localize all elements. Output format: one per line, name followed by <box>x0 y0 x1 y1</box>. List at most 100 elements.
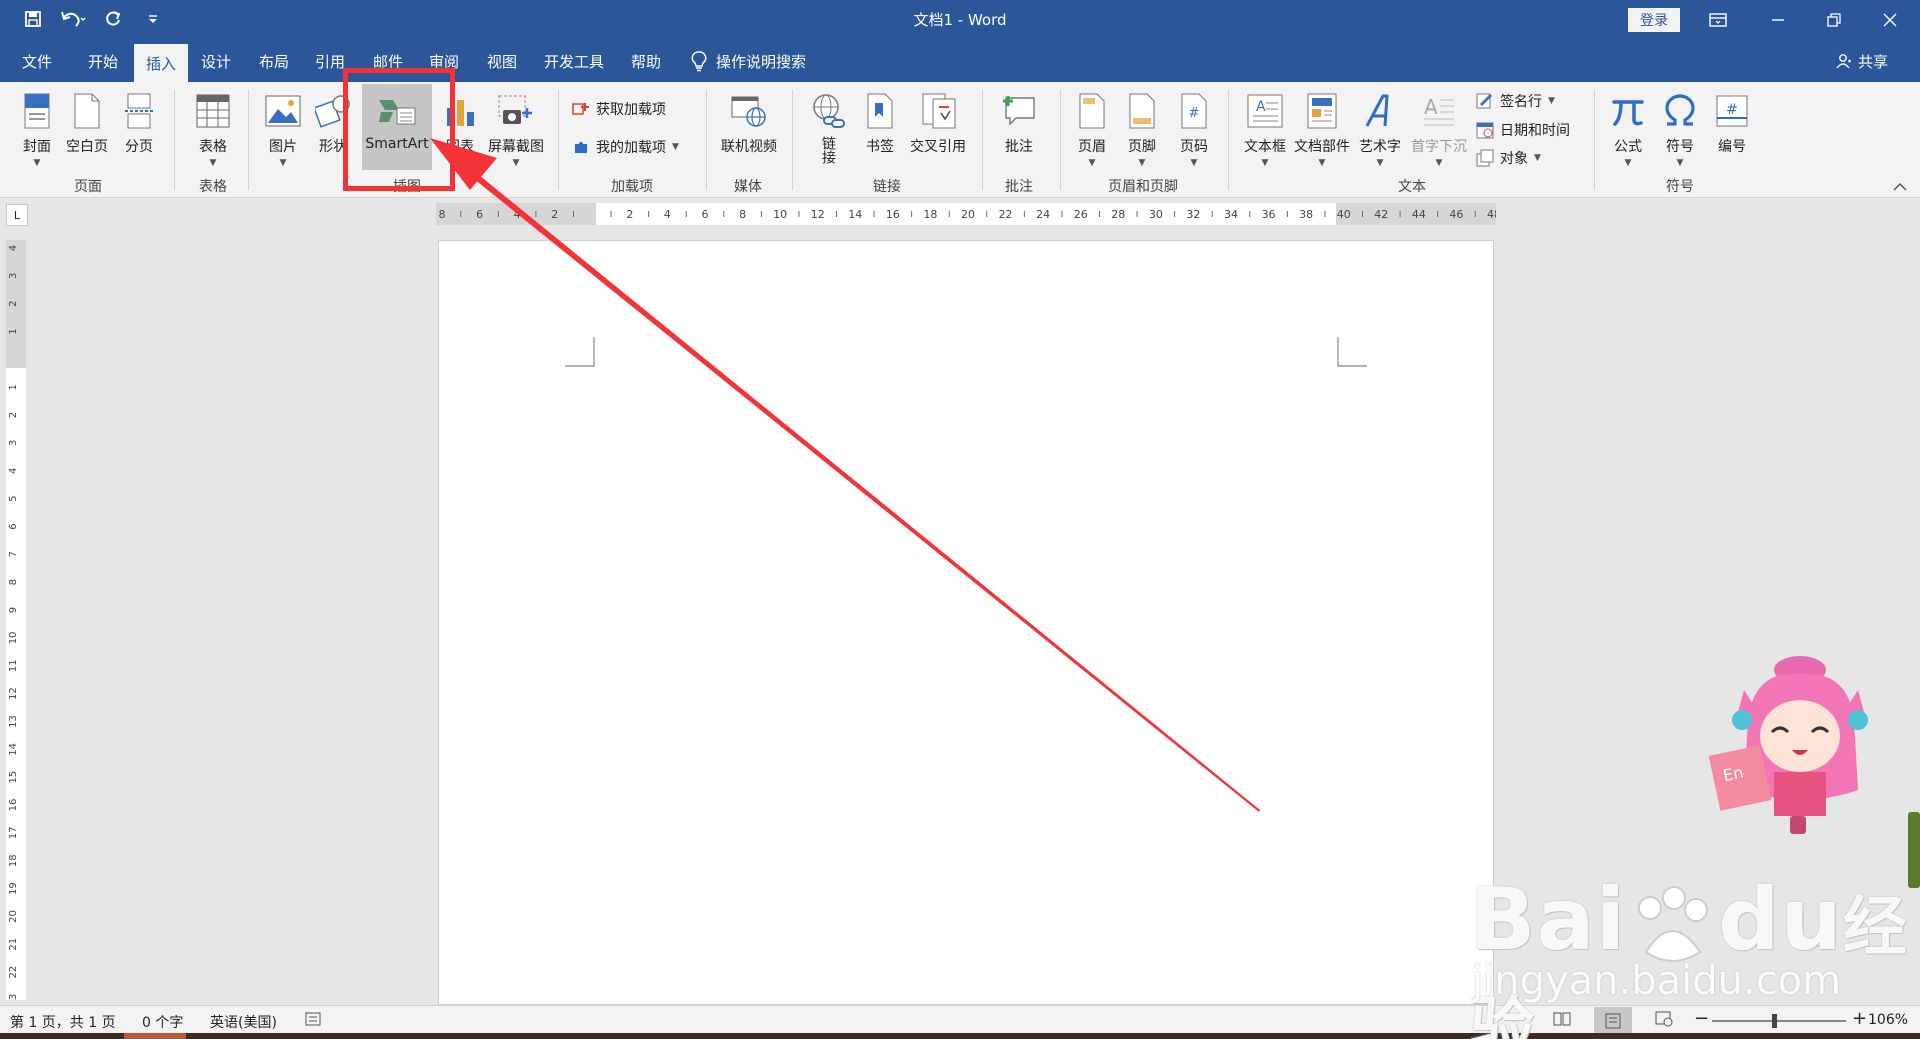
ruler-tick-label: 30 <box>1149 208 1163 221</box>
page-count[interactable]: 第 1 页，共 1 页 <box>10 1012 116 1032</box>
ruler-tick-label: 22 <box>999 208 1013 221</box>
ruler-tick-label: 42 <box>1374 208 1388 221</box>
table-button[interactable]: 表格 ▼ <box>188 88 238 172</box>
ruler-tick-label: 7 <box>8 551 19 557</box>
vertical-ruler-ticks: 4321123456789101112131415161718192021222… <box>8 245 19 1000</box>
close-icon[interactable] <box>1862 0 1918 40</box>
footer-icon <box>1121 90 1163 132</box>
ruler-tick-label: 22 <box>8 966 19 979</box>
login-button[interactable]: 登录 <box>1628 8 1680 32</box>
cross-reference-button[interactable]: 交叉引用 <box>906 88 970 172</box>
comment-button[interactable]: 批注 <box>994 88 1044 172</box>
smartart-highlight-box <box>343 68 455 191</box>
document-page[interactable] <box>438 240 1494 1005</box>
ruler-tick-label: 38 <box>1299 208 1313 221</box>
drop-cap-button[interactable]: A 首字下沉 ▼ <box>1408 88 1470 172</box>
quick-parts-button[interactable]: 文档部件 ▼ <box>1292 88 1352 172</box>
equation-label: 公式 <box>1614 139 1642 155</box>
puzzle-icon <box>575 142 587 153</box>
ruler-tick-label: 16 <box>8 799 19 812</box>
language-indicator[interactable]: 英语(美国) <box>210 1012 277 1032</box>
object-button[interactable]: 对象 ▼ <box>1476 145 1541 171</box>
ruler-tick-label: 2 <box>551 208 558 221</box>
tab-view[interactable]: 视图 <box>478 40 526 82</box>
group-label-text: 文本 <box>1398 179 1426 195</box>
ruler-tick-label: 3 <box>8 273 19 279</box>
bookmark-icon <box>859 90 901 132</box>
chevron-down-icon: ▼ <box>672 142 679 152</box>
page-break-button[interactable]: 分页 <box>116 88 162 172</box>
textbox-button[interactable]: A 文本框 ▼ <box>1240 88 1290 172</box>
signature-line-button[interactable]: 签名行 ▼ <box>1476 88 1555 114</box>
group-separator <box>792 90 793 190</box>
ruler-tick-label: 20 <box>961 208 975 221</box>
bookmark-button[interactable]: 书签 <box>858 88 902 172</box>
group-label-tables: 表格 <box>199 179 227 195</box>
picture-button[interactable]: 图片 ▼ <box>260 88 306 172</box>
ruler-tick-label: 16 <box>886 208 900 221</box>
taskbar-item[interactable] <box>124 1033 186 1039</box>
date-time-button[interactable]: 日期和时间 <box>1476 117 1570 143</box>
link-button[interactable]: 链接 <box>806 88 850 172</box>
quick-parts-label: 文档部件 <box>1294 139 1350 155</box>
group-separator <box>248 90 249 190</box>
online-video-icon <box>728 90 770 132</box>
date-time-label: 日期和时间 <box>1500 123 1570 139</box>
tab-file[interactable]: 文件 <box>14 40 60 82</box>
cover-page-button[interactable]: 封面 ▼ <box>14 88 60 172</box>
ruler-tick-label: 44 <box>1412 208 1426 221</box>
get-addins-button[interactable]: 获取加载项 <box>572 96 666 122</box>
page-break-label: 分页 <box>125 139 153 155</box>
tab-help[interactable]: 帮助 <box>622 40 670 82</box>
ruler-tick-label: 1 <box>8 384 19 390</box>
footer-button[interactable]: 页脚 ▼ <box>1120 88 1164 172</box>
page-break-icon <box>118 90 160 132</box>
number-icon: # <box>1711 90 1753 132</box>
ruler-tick-label: 28 <box>1111 208 1125 221</box>
tab-design[interactable]: 设计 <box>192 40 240 82</box>
wordart-button[interactable]: 艺术字 ▼ <box>1356 88 1404 172</box>
side-scroll-handle[interactable] <box>1908 812 1920 888</box>
accessibility-icon[interactable] <box>304 1010 322 1032</box>
pi-icon <box>1607 90 1649 132</box>
tell-me-search[interactable]: 操作说明搜索 <box>690 40 806 82</box>
tab-developer[interactable]: 开发工具 <box>536 40 612 82</box>
cross-reference-icon <box>917 90 959 132</box>
watermark-url: jingyan.baidu.com <box>1472 958 1842 1004</box>
group-label-pages: 页面 <box>74 179 102 195</box>
ruler-tick-label: 6 <box>476 208 483 221</box>
chevron-down-icon: ▼ <box>1435 158 1443 168</box>
online-video-button[interactable]: 联机视频 <box>716 88 782 172</box>
chevron-down-icon: ▼ <box>1088 158 1096 168</box>
tab-layout[interactable]: 布局 <box>250 40 298 82</box>
chevron-down-icon: ▼ <box>279 158 287 168</box>
watermark-brand: Bai <box>1470 870 1627 970</box>
tell-me-label: 操作说明搜索 <box>716 52 807 71</box>
blank-page-button[interactable]: 空白页 <box>62 88 112 172</box>
tab-home[interactable]: 开始 <box>78 40 128 82</box>
screenshot-button[interactable]: 屏幕截图 ▼ <box>484 88 548 172</box>
minimize-icon[interactable] <box>1750 0 1806 40</box>
equation-button[interactable]: 公式 ▼ <box>1604 88 1652 172</box>
share-button[interactable]: 共享 <box>1836 40 1888 82</box>
tab-selector[interactable]: L <box>6 204 28 226</box>
chevron-down-icon: ▼ <box>1138 158 1146 168</box>
bookmark-label: 书签 <box>866 139 894 155</box>
number-button[interactable]: # 编号 <box>1708 88 1756 172</box>
title-bar: 文档1 - Word 登录 <box>0 0 1920 40</box>
chevron-down-icon: ▼ <box>209 158 217 168</box>
word-count[interactable]: 0 个字 <box>142 1012 183 1032</box>
calendar-icon <box>1476 122 1494 139</box>
page-number-label: 页码 <box>1180 139 1208 155</box>
symbol-button[interactable]: 符号 ▼ <box>1656 88 1704 172</box>
screenshot-icon <box>495 90 537 132</box>
tab-insert[interactable]: 插入 <box>134 44 188 82</box>
collapse-ribbon-icon[interactable] <box>1892 180 1908 194</box>
page-number-button[interactable]: # 页码 ▼ <box>1172 88 1216 172</box>
my-addins-button[interactable]: 我的加载项 ▼ <box>572 134 679 160</box>
restore-icon[interactable] <box>1806 0 1862 40</box>
header-button[interactable]: 页眉 ▼ <box>1070 88 1114 172</box>
ribbon-display-options-icon[interactable] <box>1690 0 1746 40</box>
ruler-tick-label: 24 <box>1036 208 1050 221</box>
group-label-links: 链接 <box>873 179 901 195</box>
